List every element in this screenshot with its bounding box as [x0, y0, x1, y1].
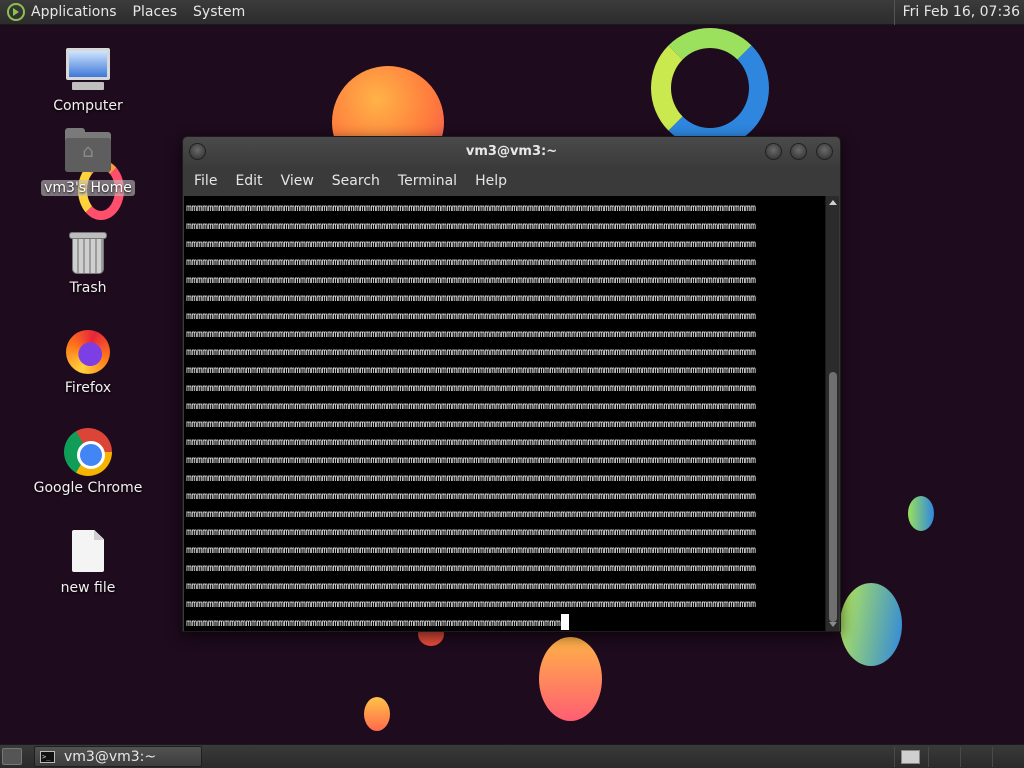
scroll-thumb[interactable]	[829, 372, 837, 622]
terminal-line: mmmmmmmmmmmmmmmmmmmmmmmmmmmmmmmmmmmmmmmm…	[186, 293, 756, 304]
wallpaper-gradient-ring	[651, 28, 769, 148]
terminal-line: mmmmmmmmmmmmmmmmmmmmmmmmmmmmmmmmmmmmmmmm…	[186, 329, 756, 340]
desktop-icon-label: Google Chrome	[33, 480, 143, 496]
terminal-line: mmmmmmmmmmmmmmmmmmmmmmmmmmmmmmmmmmmmmmmm…	[186, 527, 756, 538]
terminal-line: mmmmmmmmmmmmmmmmmmmmmmmmmmmmmmmmmmmmmmmm…	[186, 545, 756, 556]
taskbar-label: vm3@vm3:~	[64, 748, 157, 765]
terminal-line: mmmmmmmmmmmmmmmmmmmmmmmmmmmmmmmmmmmmmmmm…	[186, 509, 756, 520]
terminal-line: mmmmmmmmmmmmmmmmmmmmmmmmmmmmmmmmmmmmmmmm…	[186, 347, 756, 358]
desktop-icon-chrome[interactable]: Google Chrome	[28, 428, 148, 496]
menu-system[interactable]: System	[193, 4, 245, 20]
terminal-titlebar[interactable]: vm3@vm3:~	[183, 137, 840, 167]
wallpaper-green-blob	[840, 583, 902, 666]
trash-icon	[64, 228, 112, 276]
terminal-line: mmmmmmmmmmmmmmmmmmmmmmmmmmmmmmmmmmmmmmmm…	[186, 581, 756, 592]
close-button[interactable]	[816, 143, 833, 160]
terminal-line: mmmmmmmmmmmmmmmmmmmmmmmmmmmmmmmmmmmmmmmm…	[186, 239, 756, 250]
file-icon	[64, 528, 112, 576]
desktop-icon-firefox[interactable]: Firefox	[28, 328, 148, 396]
terminal-line: mmmmmmmmmmmmmmmmmmmmmmmmmmmmmmmmmmmmmmmm…	[186, 419, 756, 430]
terminal-menu-terminal[interactable]: Terminal	[391, 173, 464, 189]
firefox-icon	[64, 328, 112, 376]
terminal-menu-file[interactable]: File	[187, 173, 224, 189]
desktop-icon-label: Firefox	[64, 380, 112, 396]
wallpaper-small-blob	[908, 496, 934, 531]
distro-logo-icon[interactable]	[7, 3, 25, 21]
minimize-button[interactable]	[765, 143, 782, 160]
taskbar-terminal-button[interactable]: >_ vm3@vm3:~	[34, 746, 202, 767]
clock[interactable]: Fri Feb 16, 07:36	[893, 0, 1020, 25]
terminal-output[interactable]: mmmmmmmmmmmmmmmmmmmmmmmmmmmmmmmmmmmmmmmm…	[184, 196, 839, 631]
terminal-line: mmmmmmmmmmmmmmmmmmmmmmmmmmmmmmmmmmmmmmmm…	[186, 455, 756, 466]
computer-icon	[64, 46, 112, 94]
show-desktop-icon[interactable]	[2, 748, 22, 765]
terminal-line: mmmmmmmmmmmmmmmmmmmmmmmmmmmmmmmmmmmmmmmm…	[186, 473, 756, 484]
terminal-menu-edit[interactable]: Edit	[228, 173, 269, 189]
desktop-icon-label: vm3's Home	[41, 180, 135, 196]
terminal-line: mmmmmmmmmmmmmmmmmmmmmmmmmmmmmmmmmmmmmmmm…	[186, 203, 756, 214]
desktop-icon-label: new file	[60, 580, 116, 596]
terminal-line: mmmmmmmmmmmmmmmmmmmmmmmmmmmmmmmmmmmmmmmm…	[186, 383, 756, 394]
home-folder-icon: ⌂	[64, 128, 112, 176]
bottom-panel: >_ vm3@vm3:~	[0, 744, 1024, 768]
terminal-line: mmmmmmmmmmmmmmmmmmmmmmmmmmmmmmmmmmmmmmmm…	[186, 311, 756, 322]
terminal-scrollbar[interactable]	[825, 196, 839, 631]
terminal-prompt-line: mmmmmmmmmmmmmmmmmmmmmmmmmmmmmmmmmmmmmmmm…	[186, 614, 826, 631]
terminal-menu-view[interactable]: View	[274, 173, 321, 189]
terminal-menu-help[interactable]: Help	[468, 173, 514, 189]
terminal-line: mmmmmmmmmmmmmmmmmmmmmmmmmmmmmmmmmmmmmmmm…	[186, 257, 756, 268]
terminal-line: mmmmmmmmmmmmmmmmmmmmmmmmmmmmmmmmmmmmmmmm…	[186, 275, 756, 286]
workspace-4[interactable]	[992, 747, 1022, 767]
text-cursor	[561, 614, 570, 630]
terminal-line: mmmmmmmmmmmmmmmmmmmmmmmmmmmmmmmmmmmmmmmm…	[186, 401, 756, 412]
terminal-menu-search[interactable]: Search	[325, 173, 387, 189]
workspace-2[interactable]	[928, 747, 958, 767]
terminal-line: mmmmmmmmmmmmmmmmmmmmmmmmmmmmmmmmmmmmmmmm…	[186, 437, 756, 448]
desktop-icon-computer[interactable]: Computer	[28, 46, 148, 114]
chrome-icon	[64, 428, 112, 476]
maximize-button[interactable]	[790, 143, 807, 160]
wallpaper-tiny-blob	[364, 697, 390, 731]
terminal-icon: >_	[40, 750, 55, 763]
desktop-icon-trash[interactable]: Trash	[28, 228, 148, 296]
terminal-menubar: File Edit View Search Terminal Help	[183, 167, 840, 195]
terminal-line: mmmmmmmmmmmmmmmmmmmmmmmmmmmmmmmmmmmmmmmm…	[186, 365, 756, 376]
wallpaper-orange-blob	[539, 637, 602, 721]
scroll-up-arrow-icon[interactable]	[829, 200, 837, 205]
scroll-down-arrow-icon[interactable]	[829, 622, 837, 627]
desktop-icon-label: Trash	[69, 280, 107, 296]
menu-places[interactable]: Places	[133, 4, 178, 20]
workspace-1[interactable]	[894, 747, 924, 767]
desktop-icon-new-file[interactable]: new file	[28, 528, 148, 596]
terminal-window[interactable]: vm3@vm3:~ File Edit View Search Terminal…	[182, 136, 841, 632]
desktop-icon-label: Computer	[53, 98, 123, 114]
menu-applications[interactable]: Applications	[31, 4, 117, 20]
terminal-line: mmmmmmmmmmmmmmmmmmmmmmmmmmmmmmmmmmmmmmmm…	[186, 491, 756, 502]
workspace-3[interactable]	[960, 747, 990, 767]
top-panel: Applications Places System Fri Feb 16, 0…	[0, 0, 1024, 25]
terminal-title: vm3@vm3:~	[465, 144, 558, 159]
terminal-line: mmmmmmmmmmmmmmmmmmmmmmmmmmmmmmmmmmmmmmmm…	[186, 563, 756, 574]
desktop-icon-home[interactable]: ⌂ vm3's Home	[28, 128, 148, 196]
terminal-line: mmmmmmmmmmmmmmmmmmmmmmmmmmmmmmmmmmmmmmmm…	[186, 599, 756, 610]
terminal-line: mmmmmmmmmmmmmmmmmmmmmmmmmmmmmmmmmmmmmmmm…	[186, 221, 756, 232]
terminal-text: mmmmmmmmmmmmmmmmmmmmmmmmmmmmmmmmmmmmmmmm…	[186, 200, 826, 631]
